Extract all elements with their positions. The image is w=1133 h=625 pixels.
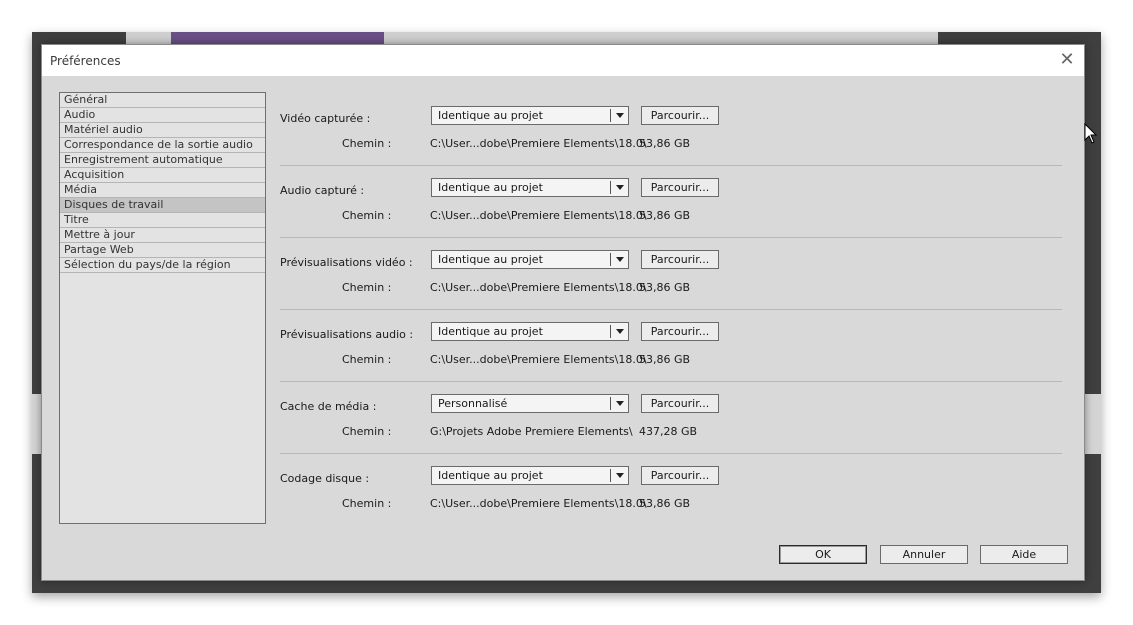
section-label: Vidéo capturée : (280, 112, 371, 125)
dropdown-divider (610, 253, 611, 266)
close-icon[interactable]: ✕ (1056, 50, 1078, 70)
dropdown-value: Identique au projet (438, 325, 543, 338)
dropdown-divider (610, 181, 611, 194)
section-label: Codage disque : (280, 472, 370, 485)
captured-audio-section: Audio capturé : Identique au projet Parc… (280, 170, 1062, 242)
category-item-general[interactable]: Général (60, 93, 265, 108)
path-label: Chemin : (342, 353, 392, 366)
path-value: C:\User...dobe\Premiere Elements\18.0\ (430, 353, 647, 366)
dialog-titlebar: Préférences ✕ (42, 45, 1084, 76)
disc-encoding-section: Codage disque : Identique au projet Parc… (280, 458, 1062, 530)
disc-encoding-browse-button[interactable]: Parcourir... (641, 466, 719, 485)
captured-audio-browse-button[interactable]: Parcourir... (641, 178, 719, 197)
category-item-audio[interactable]: Audio (60, 108, 265, 123)
captured-audio-dropdown[interactable]: Identique au projet (431, 178, 629, 197)
dropdown-value: Identique au projet (438, 181, 543, 194)
category-list: Général Audio Matériel audio Corresponda… (59, 92, 266, 524)
category-item-title[interactable]: Titre (60, 213, 265, 228)
dropdown-divider (610, 397, 611, 410)
chevron-down-icon (616, 185, 624, 190)
captured-video-section: Vidéo capturée : Identique au projet Par… (280, 98, 1062, 170)
path-value: C:\User...dobe\Premiere Elements\18.0\ (430, 209, 647, 222)
section-divider (280, 237, 1062, 238)
section-label: Prévisualisations audio : (280, 328, 414, 341)
disk-space-value: 53,86 GB (639, 137, 691, 150)
dropdown-divider (610, 325, 611, 338)
audio-previews-section: Prévisualisations audio : Identique au p… (280, 314, 1062, 386)
section-label: Prévisualisations vidéo : (280, 256, 413, 269)
category-item-media[interactable]: Média (60, 183, 265, 198)
category-item-update[interactable]: Mettre à jour (60, 228, 265, 243)
disk-space-value: 53,86 GB (639, 353, 691, 366)
media-cache-dropdown[interactable]: Personnalisé (431, 394, 629, 413)
dialog-title: Préférences (50, 54, 121, 68)
category-item-capture[interactable]: Acquisition (60, 168, 265, 183)
disk-space-value: 53,86 GB (639, 281, 691, 294)
dropdown-value: Personnalisé (438, 397, 508, 410)
video-previews-dropdown[interactable]: Identique au projet (431, 250, 629, 269)
section-label: Audio capturé : (280, 184, 365, 197)
category-item-web-sharing[interactable]: Partage Web (60, 243, 265, 258)
disk-space-value: 53,86 GB (639, 497, 691, 510)
audio-previews-dropdown[interactable]: Identique au projet (431, 322, 629, 341)
category-item-country-region[interactable]: Sélection du pays/de la région (60, 258, 265, 273)
media-cache-section: Cache de média : Personnalisé Parcourir.… (280, 386, 1062, 458)
section-label: Cache de média : (280, 400, 377, 413)
audio-previews-browse-button[interactable]: Parcourir... (641, 322, 719, 341)
ok-button[interactable]: OK (779, 545, 867, 564)
dropdown-value: Identique au projet (438, 253, 543, 266)
chevron-down-icon (616, 401, 624, 406)
path-value: C:\User...dobe\Premiere Elements\18.0\ (430, 497, 647, 510)
dropdown-divider (610, 469, 611, 482)
video-previews-section: Prévisualisations vidéo : Identique au p… (280, 242, 1062, 314)
path-label: Chemin : (342, 497, 392, 510)
preferences-dialog: Préférences ✕ Général Audio Matériel aud… (41, 44, 1085, 581)
disk-space-value: 437,28 GB (639, 425, 698, 438)
cancel-button[interactable]: Annuler (880, 545, 968, 564)
category-item-scratch-disks[interactable]: Disques de travail (60, 198, 265, 213)
path-label: Chemin : (342, 425, 392, 438)
category-item-auto-save[interactable]: Enregistrement automatique (60, 153, 265, 168)
media-cache-browse-button[interactable]: Parcourir... (641, 394, 719, 413)
chevron-down-icon (616, 329, 624, 334)
section-divider (280, 381, 1062, 382)
path-value: C:\User...dobe\Premiere Elements\18.0\ (430, 281, 647, 294)
disk-space-value: 53,86 GB (639, 209, 691, 222)
dropdown-divider (610, 109, 611, 122)
chevron-down-icon (616, 113, 624, 118)
background-app-thumbnail (171, 32, 384, 44)
category-item-audio-output-mapping[interactable]: Correspondance de la sortie audio (60, 138, 265, 153)
video-previews-browse-button[interactable]: Parcourir... (641, 250, 719, 269)
path-label: Chemin : (342, 281, 392, 294)
path-value: G:\Projets Adobe Premiere Elements\ (430, 425, 633, 438)
captured-video-dropdown[interactable]: Identique au projet (431, 106, 629, 125)
captured-video-browse-button[interactable]: Parcourir... (641, 106, 719, 125)
path-label: Chemin : (342, 137, 392, 150)
path-value: C:\User...dobe\Premiere Elements\18.0\ (430, 137, 647, 150)
section-divider (280, 165, 1062, 166)
help-button[interactable]: Aide (980, 545, 1068, 564)
chevron-down-icon (616, 473, 624, 478)
mouse-pointer-icon (1084, 123, 1098, 144)
section-divider (280, 453, 1062, 454)
dropdown-value: Identique au projet (438, 109, 543, 122)
chevron-down-icon (616, 257, 624, 262)
dropdown-value: Identique au projet (438, 469, 543, 482)
disc-encoding-dropdown[interactable]: Identique au projet (431, 466, 629, 485)
category-item-audio-hardware[interactable]: Matériel audio (60, 123, 265, 138)
section-divider (280, 309, 1062, 310)
path-label: Chemin : (342, 209, 392, 222)
